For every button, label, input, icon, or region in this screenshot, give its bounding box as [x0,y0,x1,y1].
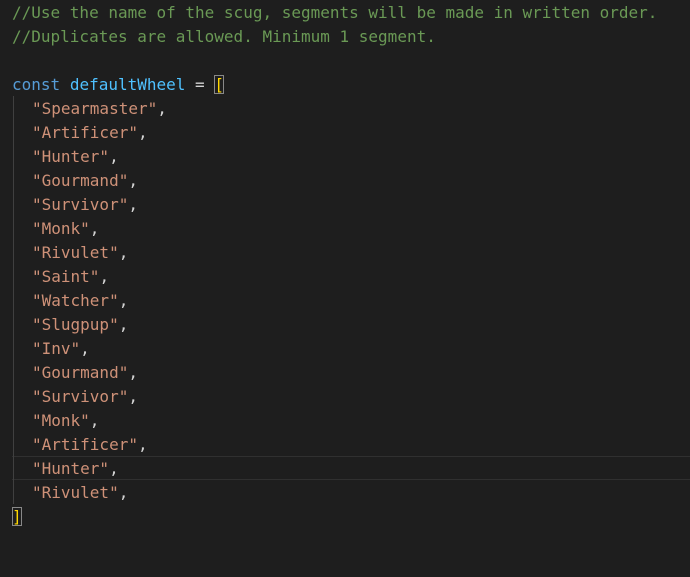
comma: , [109,147,119,166]
entry-string: "Monk" [32,411,90,430]
array-entry-17[interactable]: "Rivulet", [0,481,690,505]
array-entry-10[interactable]: "Slugpup", [0,313,690,337]
entry-string: "Rivulet" [32,483,119,502]
array-entry-6[interactable]: "Monk", [0,217,690,241]
entry-string: "Inv" [32,339,81,358]
comment-line-1: //Use the name of the scug, segments wil… [12,3,658,22]
comma: , [109,459,119,478]
comma: , [137,435,148,454]
comment-line-2: //Duplicates are allowed. Minimum 1 segm… [12,27,436,46]
entry-string: "Slugpup" [32,315,119,334]
entry-string: "Spearmaster" [32,99,158,118]
comma: , [118,243,129,262]
comma: , [157,99,167,118]
entry-string: "Artificer" [32,435,138,454]
comma: , [118,315,129,334]
comma: , [128,171,138,190]
comma: , [89,219,100,238]
comma: , [99,267,110,286]
entry-string: "Gourmand" [32,363,129,382]
code-line-1[interactable]: //Use the name of the scug, segments wil… [0,1,690,25]
variable-name: defaultWheel [69,75,186,94]
entry-string: "Hunter" [32,459,110,478]
array-entry-3[interactable]: "Hunter", [0,145,690,169]
code-editor[interactable]: //Use the name of the scug, segments wil… [0,0,690,536]
entry-string: "Gourmand" [32,171,129,190]
code-line-4[interactable]: const defaultWheel = [ [0,73,690,97]
array-entry-13[interactable]: "Survivor", [0,385,690,409]
comma: , [128,387,138,406]
entry-string: "Survivor" [32,387,129,406]
entry-string: "Rivulet" [32,243,119,262]
entry-string: "Monk" [32,219,90,238]
assignment-operator: = [195,75,205,94]
array-entry-2[interactable]: "Artificer", [0,121,690,145]
array-entry-9[interactable]: "Watcher", [0,289,690,313]
close-bracket: ] [12,507,22,526]
comma: , [118,291,129,310]
open-bracket: [ [214,75,224,94]
comma: , [128,363,138,382]
array-entry-12[interactable]: "Gourmand", [0,361,690,385]
array-entry-7[interactable]: "Rivulet", [0,241,690,265]
entry-string: "Hunter" [32,147,110,166]
entry-string: "Survivor" [32,195,129,214]
array-entry-14[interactable]: "Monk", [0,409,690,433]
array-entry-15[interactable]: "Artificer", [0,433,690,457]
const-keyword: const [12,75,61,94]
entry-string: "Saint" [32,267,100,286]
array-entry-16[interactable]: "Hunter", [0,457,690,481]
code-line-close[interactable]: ] [0,505,690,529]
comma: , [137,123,148,142]
comma: , [80,339,90,358]
comma: , [89,411,100,430]
entry-string: "Watcher" [32,291,119,310]
entry-string: "Artificer" [32,123,138,142]
array-entry-11[interactable]: "Inv", [0,337,690,361]
array-entry-1[interactable]: "Spearmaster", [0,97,690,121]
comma: , [118,483,129,502]
comma: , [128,195,138,214]
array-entry-4[interactable]: "Gourmand", [0,169,690,193]
code-line-3[interactable] [0,49,690,73]
array-entry-8[interactable]: "Saint", [0,265,690,289]
code-line-2[interactable]: //Duplicates are allowed. Minimum 1 segm… [0,25,690,49]
array-entry-5[interactable]: "Survivor", [0,193,690,217]
